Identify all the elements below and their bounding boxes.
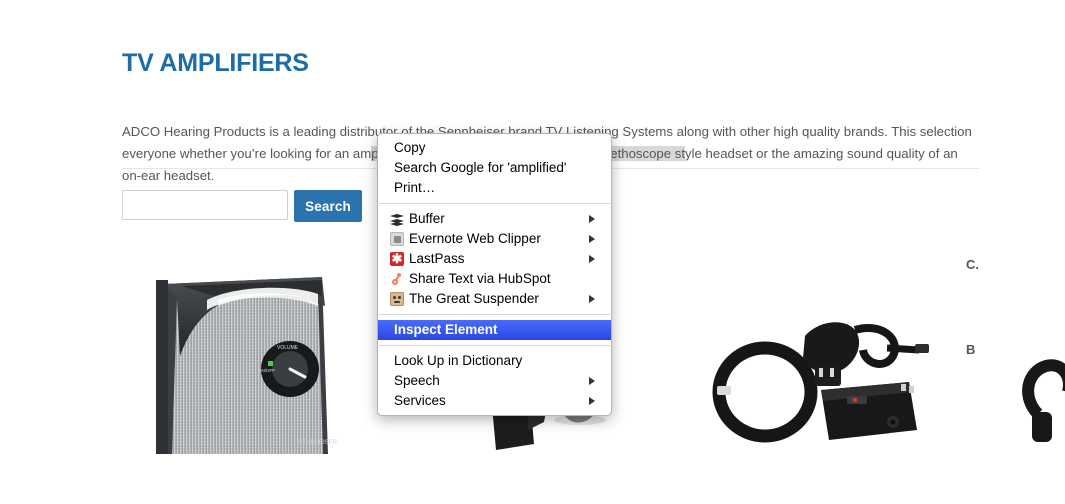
suspender-icon	[390, 292, 404, 306]
menu-item-label: Evernote Web Clipper	[409, 231, 541, 246]
menu-separator	[379, 345, 610, 346]
product-title-headphone-set[interactable]: B	[966, 342, 975, 357]
menu-item-evernote-web-clipper[interactable]: Evernote Web Clipper	[378, 229, 611, 249]
search-button[interactable]: Search	[294, 190, 362, 222]
menu-item-look-up-in-dictionary[interactable]: Look Up in Dictionary	[378, 351, 611, 371]
menu-item-buffer[interactable]: Buffer	[378, 209, 611, 229]
lastpass-icon: ✱	[390, 251, 404, 266]
svg-text:VOLUME: VOLUME	[277, 345, 299, 351]
menu-item-label: Print…	[394, 180, 436, 195]
context-menu[interactable]: Copy Search Google for 'amplified' Print… B…	[377, 133, 612, 416]
submenu-arrow-icon	[589, 397, 595, 405]
hubspot-icon	[390, 272, 404, 286]
evernote-icon	[390, 232, 404, 246]
page-title: TV AMPLIFIERS	[122, 48, 309, 77]
web-page: TV AMPLIFIERS ADCO Hearing Products is a…	[0, 0, 1065, 504]
menu-item-label: Buffer	[409, 211, 445, 226]
submenu-arrow-icon	[589, 295, 595, 303]
menu-item-label: Copy	[394, 140, 426, 155]
product-card-headphone-set[interactable]	[1002, 244, 1065, 454]
menu-item-share-text-via-hubspot[interactable]: Share Text via HubSpot	[378, 269, 611, 289]
menu-item-speech[interactable]: Speech	[378, 371, 611, 391]
menu-item-label: Search Google for 'amplified'	[394, 160, 567, 175]
menu-item-label: Inspect Element	[394, 322, 498, 337]
submenu-arrow-icon	[589, 255, 595, 263]
menu-item-the-great-suspender[interactable]: The Great Suspender	[378, 289, 611, 309]
search-input[interactable]	[122, 190, 288, 220]
menu-item-label: Share Text via HubSpot	[409, 271, 551, 286]
menu-item-print[interactable]: Print…	[378, 178, 611, 198]
menu-item-label: The Great Suspender	[409, 291, 539, 306]
menu-separator	[379, 314, 610, 315]
buffer-icon	[390, 212, 404, 226]
submenu-arrow-icon	[589, 235, 595, 243]
menu-item-label: LastPass	[409, 251, 465, 266]
headphone-set-image	[1002, 244, 1065, 454]
menu-item-search-google-for-amplified[interactable]: Search Google for 'amplified'	[378, 158, 611, 178]
menu-item-label: Look Up in Dictionary	[394, 353, 523, 368]
submenu-arrow-icon	[589, 377, 595, 385]
tv-speaker-image: VOLUME ON/OFF SENNHEISER	[122, 244, 367, 454]
menu-item-label: Services	[394, 393, 446, 408]
menu-item-inspect-element[interactable]: Inspect Element	[378, 320, 611, 340]
search-form: Search	[122, 190, 362, 222]
svg-text:ON/OFF: ON/OFF	[258, 368, 275, 373]
svg-text:SENNHEISER: SENNHEISER	[298, 440, 338, 446]
menu-item-lastpass[interactable]: ✱ LastPass	[378, 249, 611, 269]
product-title-transmitter-kit[interactable]: C.	[966, 257, 979, 272]
menu-separator	[379, 203, 610, 204]
menu-item-services[interactable]: Services	[378, 391, 611, 411]
submenu-arrow-icon	[589, 215, 595, 223]
menu-item-label: Speech	[394, 373, 440, 388]
product-card-transmitter-kit[interactable]	[687, 244, 932, 454]
menu-item-copy[interactable]: Copy	[378, 138, 611, 158]
transmitter-kit-image	[687, 244, 932, 454]
product-card-tv-speaker[interactable]: VOLUME ON/OFF SENNHEISER	[122, 244, 367, 454]
